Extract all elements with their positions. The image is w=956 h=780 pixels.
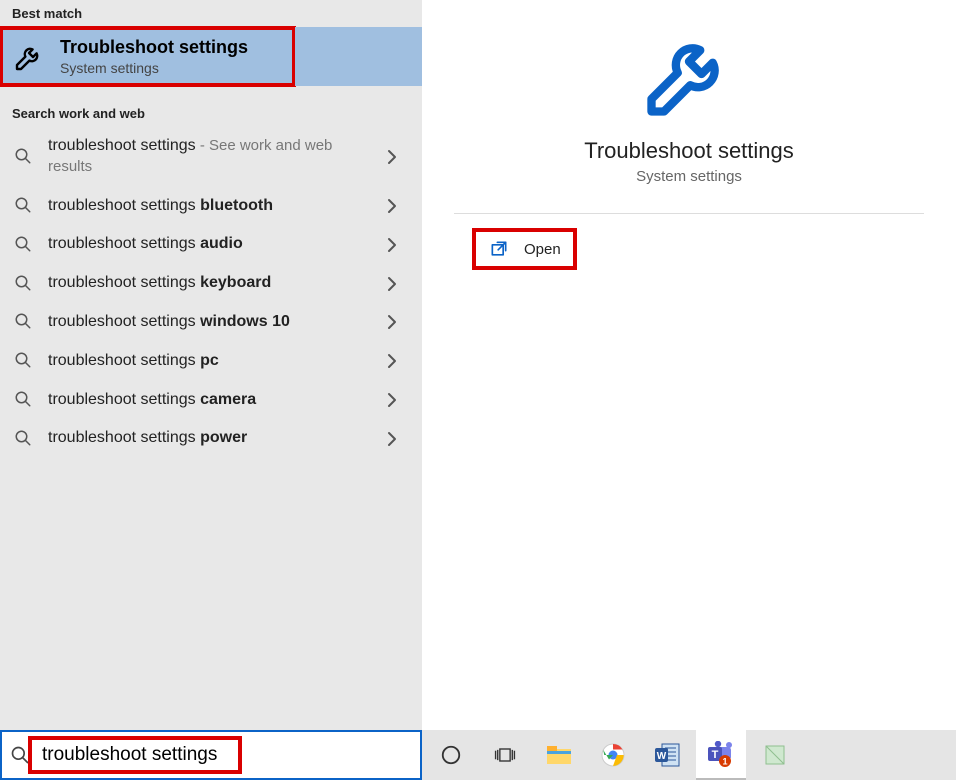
chrome-icon[interactable] <box>588 730 638 780</box>
suggestion-item[interactable]: troubleshoot settings audio <box>0 225 422 264</box>
search-icon <box>14 235 34 255</box>
detail-pane: Troubleshoot settings System settings Op… <box>422 0 956 730</box>
detail-title: Troubleshoot settings <box>584 138 794 164</box>
suggestion-item[interactable]: troubleshoot settings bluetooth <box>0 187 422 226</box>
open-action[interactable]: Open <box>476 232 573 266</box>
suggestion-text: troubleshoot settings bluetooth <box>48 196 372 217</box>
search-icon <box>14 351 34 371</box>
search-icon <box>14 147 34 167</box>
suggestion-text: troubleshoot settings camera <box>48 390 372 411</box>
suggestion-item[interactable]: troubleshoot settings power <box>0 419 422 458</box>
cortana-icon[interactable] <box>426 730 476 780</box>
search-icon <box>14 429 34 449</box>
chevron-right-icon[interactable] <box>386 235 408 255</box>
chevron-right-icon[interactable] <box>386 312 408 332</box>
word-icon[interactable]: W <box>642 730 692 780</box>
svg-text:1: 1 <box>722 757 727 767</box>
search-results-pane: Best match Troubleshoot settings System … <box>0 0 422 730</box>
selection-bg <box>295 27 422 86</box>
chevron-right-icon[interactable] <box>386 274 408 294</box>
suggestions-list: troubleshoot settings - See work and web… <box>0 127 422 458</box>
search-input[interactable] <box>40 743 412 767</box>
open-icon <box>488 238 510 260</box>
suggestion-text: troubleshoot settings - See work and web… <box>48 136 372 178</box>
explorer-icon[interactable] <box>534 730 584 780</box>
suggestion-text: troubleshoot settings keyboard <box>48 273 372 294</box>
chevron-right-icon[interactable] <box>386 147 408 167</box>
best-match-title: Troubleshoot settings <box>60 37 248 58</box>
best-match-header: Best match <box>0 0 422 27</box>
taskbar-icons: W T1 <box>422 730 956 780</box>
search-icon <box>14 312 34 332</box>
suggestion-text: troubleshoot settings audio <box>48 234 372 255</box>
wrench-icon <box>12 40 46 74</box>
divider <box>454 213 924 214</box>
search-box[interactable] <box>0 730 422 780</box>
suggestion-item[interactable]: troubleshoot settings - See work and web… <box>0 127 422 187</box>
taskview-icon[interactable] <box>480 730 530 780</box>
svg-text:T: T <box>712 749 719 761</box>
search-icon <box>14 390 34 410</box>
wrench-icon-large <box>639 24 739 124</box>
open-label: Open <box>524 241 561 258</box>
search-icon <box>14 196 34 216</box>
best-match-sub: System settings <box>60 60 248 76</box>
suggestion-item[interactable]: troubleshoot settings keyboard <box>0 264 422 303</box>
svg-text:W: W <box>657 751 667 762</box>
detail-sub: System settings <box>636 168 742 185</box>
best-match-result[interactable]: Troubleshoot settings System settings <box>0 27 295 86</box>
taskbar: W T1 <box>0 730 956 780</box>
search-icon <box>14 274 34 294</box>
chevron-right-icon[interactable] <box>386 390 408 410</box>
suggestion-text: troubleshoot settings pc <box>48 351 372 372</box>
notes-icon[interactable] <box>750 730 800 780</box>
suggestion-item[interactable]: troubleshoot settings windows 10 <box>0 303 422 342</box>
suggestion-item[interactable]: troubleshoot settings pc <box>0 342 422 381</box>
teams-icon[interactable]: T1 <box>696 730 746 780</box>
chevron-right-icon[interactable] <box>386 196 408 216</box>
chevron-right-icon[interactable] <box>386 429 408 449</box>
suggestion-text: troubleshoot settings power <box>48 428 372 449</box>
chevron-right-icon[interactable] <box>386 351 408 371</box>
suggestion-item[interactable]: troubleshoot settings camera <box>0 381 422 420</box>
search-web-header: Search work and web <box>0 100 422 127</box>
suggestion-text: troubleshoot settings windows 10 <box>48 312 372 333</box>
search-icon <box>10 745 30 765</box>
